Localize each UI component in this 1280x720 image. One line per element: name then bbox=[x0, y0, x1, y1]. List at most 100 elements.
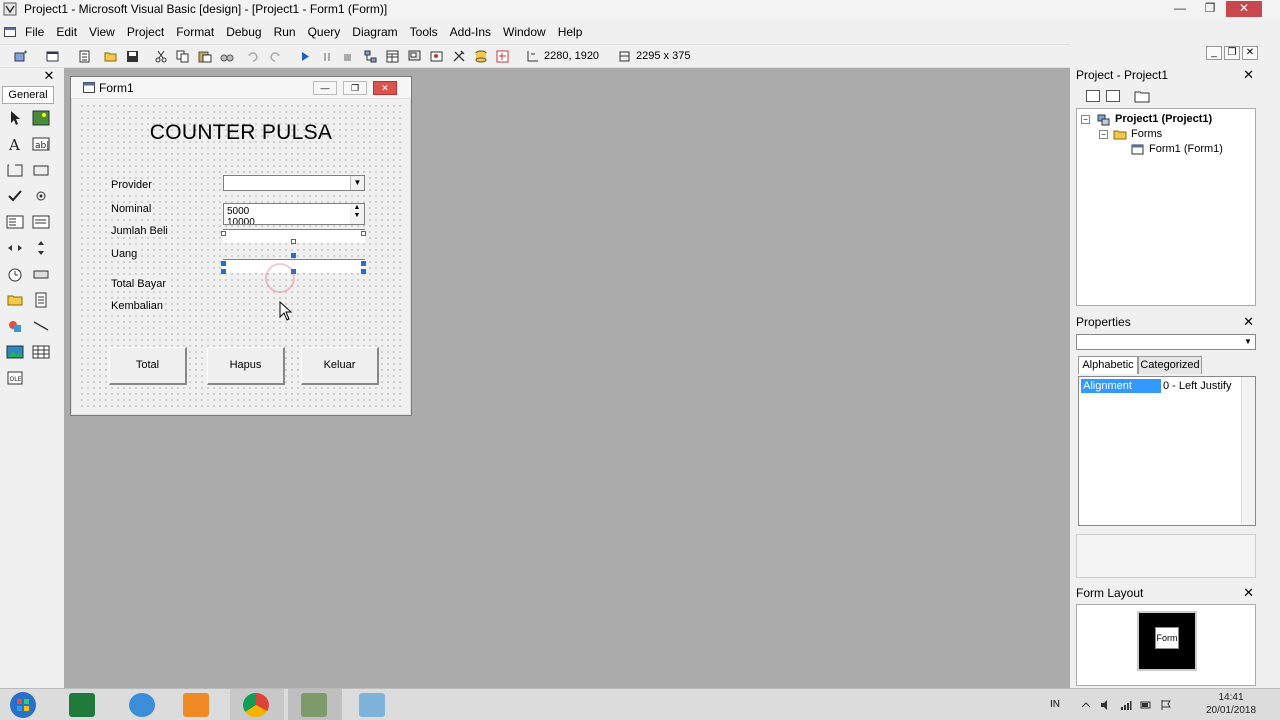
add-project-icon[interactable] bbox=[14, 50, 28, 63]
properties-scrollbar[interactable] bbox=[1241, 377, 1255, 525]
menu-query[interactable]: Query bbox=[307, 24, 342, 40]
battery-icon[interactable] bbox=[1140, 699, 1152, 711]
selection-handle[interactable] bbox=[291, 253, 296, 258]
project-explorer-icon[interactable] bbox=[364, 50, 378, 63]
taskbar-visual-basic[interactable] bbox=[288, 689, 342, 720]
selection-handle[interactable] bbox=[361, 269, 366, 274]
checkbox-tool-icon[interactable] bbox=[6, 188, 24, 204]
paste-icon[interactable] bbox=[198, 50, 212, 63]
taskbar-clock[interactable]: 14:41 20/01/2018 bbox=[1206, 691, 1256, 717]
chevron-down-icon[interactable]: ▼ bbox=[350, 176, 364, 190]
component-manager-icon[interactable] bbox=[496, 50, 510, 63]
cut-icon[interactable] bbox=[154, 50, 168, 63]
keluar-button[interactable]: Keluar bbox=[301, 347, 379, 385]
menu-view[interactable]: View bbox=[88, 24, 116, 40]
selection-handle[interactable] bbox=[221, 231, 226, 236]
timer-tool-icon[interactable] bbox=[6, 266, 24, 282]
taskbar-ie[interactable] bbox=[116, 689, 170, 720]
total-button[interactable]: Total bbox=[109, 347, 187, 385]
copy-icon[interactable] bbox=[176, 50, 190, 63]
view-code-icon[interactable] bbox=[1086, 90, 1100, 102]
flag-icon[interactable] bbox=[1160, 699, 1172, 711]
menu-help[interactable]: Help bbox=[557, 24, 584, 40]
break-icon[interactable] bbox=[320, 50, 334, 63]
frame-tool-icon[interactable] bbox=[6, 162, 24, 178]
selection-handle[interactable] bbox=[361, 261, 366, 266]
form-minimize-button[interactable]: — bbox=[313, 81, 337, 95]
image-tool-icon[interactable] bbox=[6, 344, 24, 360]
project-explorer-close-button[interactable]: ✕ bbox=[1243, 66, 1254, 84]
collapse-icon[interactable]: − bbox=[1099, 130, 1108, 139]
save-project-icon[interactable] bbox=[126, 50, 140, 63]
toolbox-close-button[interactable]: ✕ bbox=[42, 69, 56, 83]
textbox-tool-icon[interactable]: ab| bbox=[32, 136, 50, 152]
open-project-icon[interactable] bbox=[104, 50, 118, 63]
menu-add-ins[interactable]: Add-Ins bbox=[449, 24, 492, 40]
property-value-alignment[interactable]: 0 - Left Justify bbox=[1163, 379, 1231, 393]
form1-canvas[interactable]: COUNTER PULSA Provider Nominal Jumlah Be… bbox=[79, 103, 403, 409]
properties-window-icon[interactable] bbox=[386, 50, 400, 63]
form-layout-icon[interactable] bbox=[408, 50, 422, 63]
menu-tools[interactable]: Tools bbox=[409, 24, 439, 40]
toggle-folders-icon[interactable] bbox=[1134, 90, 1150, 103]
form-close-button[interactable]: ✕ bbox=[373, 81, 397, 95]
menu-editor-icon[interactable] bbox=[78, 50, 92, 63]
menu-format[interactable]: Format bbox=[175, 24, 215, 40]
data-view-icon[interactable] bbox=[474, 50, 488, 63]
add-form-icon[interactable] bbox=[46, 50, 60, 63]
language-indicator[interactable]: IN bbox=[1050, 699, 1060, 710]
tab-alphabetic[interactable]: Alphabetic bbox=[1078, 356, 1138, 374]
toolbox-icon[interactable] bbox=[452, 50, 466, 63]
selection-handle[interactable] bbox=[361, 231, 366, 236]
form-layout-close-button[interactable]: ✕ bbox=[1243, 584, 1254, 602]
listbox-scrollbar[interactable]: ▲ ▼ bbox=[350, 204, 364, 224]
commandbutton-tool-icon[interactable] bbox=[32, 162, 50, 178]
drivelistbox-tool-icon[interactable] bbox=[32, 266, 50, 282]
data-tool-icon[interactable] bbox=[32, 344, 50, 360]
property-name-alignment[interactable]: Alignment bbox=[1081, 379, 1161, 393]
optionbutton-tool-icon[interactable] bbox=[32, 188, 50, 204]
volume-icon[interactable] bbox=[1100, 699, 1112, 711]
undo-icon[interactable] bbox=[246, 50, 260, 63]
window-maximize-button[interactable]: ❐ bbox=[1196, 1, 1224, 17]
pointer-tool-icon[interactable] bbox=[6, 110, 24, 126]
filelistbox-tool-icon[interactable] bbox=[32, 292, 50, 308]
menu-file[interactable]: File bbox=[24, 24, 45, 40]
form1-designer-window[interactable]: Form1 — ❐ ✕ COUNTER PULSA Provider Nomin… bbox=[70, 76, 412, 416]
object-browser-icon[interactable] bbox=[430, 50, 444, 63]
form-position-preview[interactable]: Form bbox=[1155, 627, 1179, 649]
menu-debug[interactable]: Debug bbox=[225, 24, 262, 40]
network-icon[interactable] bbox=[1120, 699, 1132, 711]
toolbox-general-tab[interactable]: General bbox=[2, 86, 54, 104]
tree-form1[interactable]: Form1 (Form1) bbox=[1149, 143, 1223, 155]
tab-categorized[interactable]: Categorized bbox=[1138, 356, 1202, 374]
mdi-minimize-button[interactable]: _ bbox=[1206, 46, 1222, 60]
picturebox-tool-icon[interactable] bbox=[32, 110, 50, 126]
line-tool-icon[interactable] bbox=[32, 318, 50, 334]
start-button-icon[interactable] bbox=[6, 690, 40, 720]
taskbar-app[interactable] bbox=[346, 689, 400, 720]
provider-combobox[interactable]: ▼ bbox=[223, 175, 365, 191]
collapse-icon[interactable]: − bbox=[1081, 115, 1090, 124]
mdi-close-button[interactable]: ✕ bbox=[1242, 46, 1258, 60]
label-tool-icon[interactable]: A bbox=[6, 136, 24, 152]
ole-tool-icon[interactable]: OLE bbox=[6, 370, 24, 386]
selection-handle[interactable] bbox=[291, 239, 296, 244]
tree-project1[interactable]: Project1 (Project1) bbox=[1115, 113, 1212, 125]
dirlistbox-tool-icon[interactable] bbox=[6, 292, 24, 308]
chevron-down-icon[interactable]: ▼ bbox=[1241, 335, 1255, 349]
menu-diagram[interactable]: Diagram bbox=[351, 24, 398, 40]
hscrollbar-tool-icon[interactable] bbox=[6, 240, 24, 256]
redo-icon[interactable] bbox=[268, 50, 282, 63]
nominal-list-item[interactable]: 5000 bbox=[227, 207, 249, 217]
selection-handle[interactable] bbox=[221, 261, 226, 266]
mdi-restore-button[interactable]: ❐ bbox=[1224, 46, 1240, 60]
nominal-list-item[interactable]: 10000 bbox=[227, 218, 255, 225]
properties-close-button[interactable]: ✕ bbox=[1243, 313, 1254, 331]
object-selector-combobox[interactable]: ▼ bbox=[1076, 334, 1256, 350]
taskbar-excel[interactable] bbox=[56, 689, 110, 720]
view-object-icon[interactable] bbox=[1106, 90, 1120, 102]
menu-project[interactable]: Project bbox=[126, 24, 165, 40]
tray-arrow-icon[interactable] bbox=[1080, 699, 1092, 711]
selection-handle[interactable] bbox=[221, 269, 226, 274]
